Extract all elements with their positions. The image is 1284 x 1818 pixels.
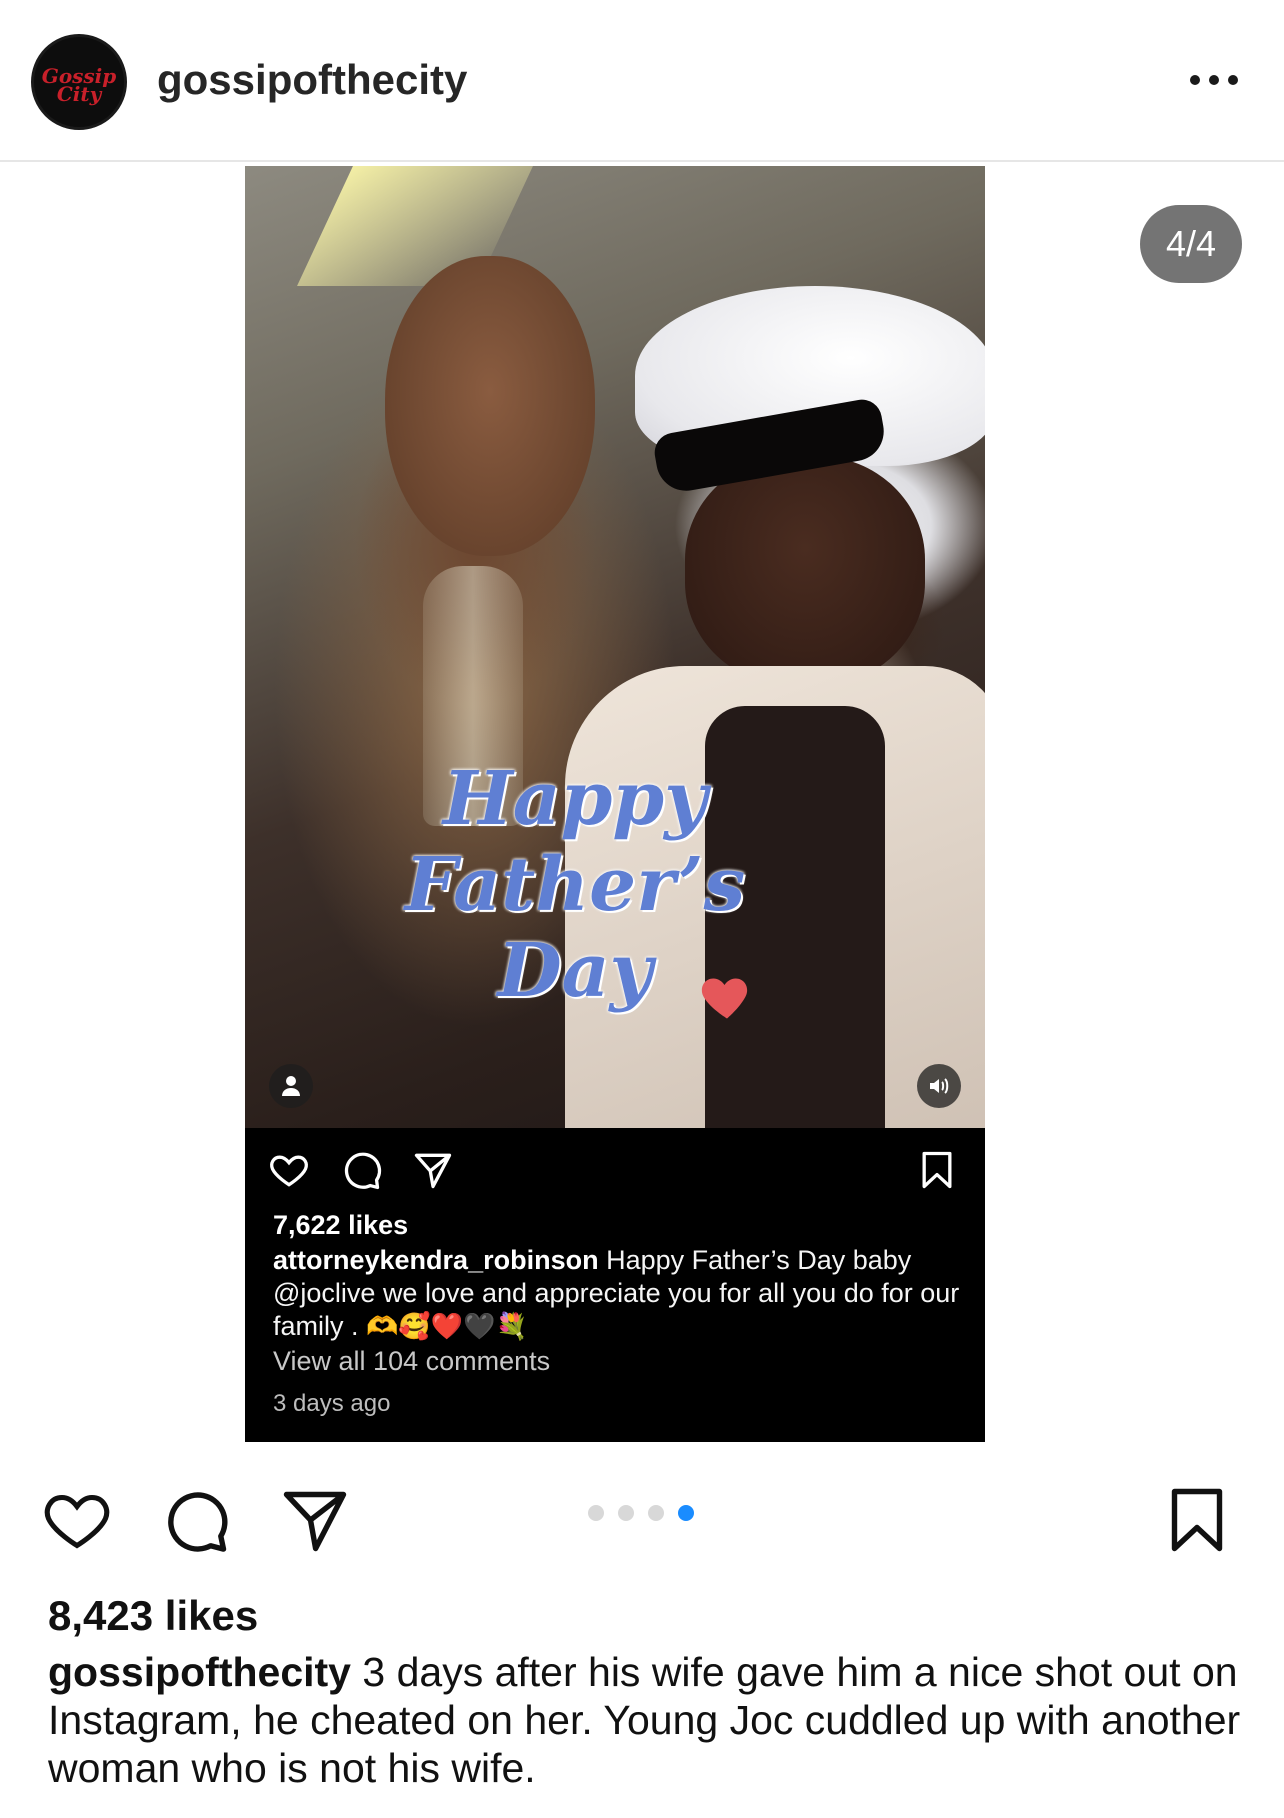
inner-timestamp: 3 days ago [273,1390,391,1417]
sound-icon[interactable] [917,1064,961,1108]
carousel-dot [618,1505,634,1521]
like-count[interactable]: 8,423 likes [48,1592,258,1640]
inner-view-comments: View all 104 comments [273,1346,551,1376]
caption-username[interactable]: gossipofthecity [48,1649,351,1695]
carousel-counter: 4/4 [1140,205,1242,283]
post-caption: gossipofthecity 3 days after his wife ga… [48,1648,1248,1792]
inner-share-icon [414,1153,452,1189]
inner-post-panel: 7,622 likes attorneykendra_robinson Happ… [245,1128,985,1442]
instagram-post: Gossip City gossipofthecity Happy Father… [0,0,1284,1818]
carousel-dot [588,1505,604,1521]
comment-icon[interactable] [158,1484,232,1556]
post-header: Gossip City gossipofthecity [0,0,1284,162]
avatar[interactable]: Gossip City [31,34,127,130]
carousel-dot [648,1505,664,1521]
post-media[interactable]: Happy Father’s Day 7,622 likes attorneyk… [245,166,985,1442]
carousel-dot-active [678,1505,694,1521]
story-screenshot-photo: Happy Father’s Day [245,166,985,1128]
heart-sticker-icon [701,978,748,1019]
inner-comment-icon [344,1152,382,1190]
inner-caption-emojis: 🫶🥰❤️🖤💐 [366,1312,528,1342]
more-options-icon[interactable] [1190,70,1242,90]
avatar-logo-text: Gossip City [41,64,117,106]
bookmark-icon[interactable] [1160,1484,1234,1556]
inner-heart-icon [270,1155,308,1187]
inner-bookmark-icon [922,1151,952,1189]
user-tag-icon[interactable] [269,1064,313,1108]
share-icon[interactable] [278,1484,352,1556]
inner-caption: attorneykendra_robinson Happy Father’s D… [273,1244,963,1344]
sticker-line-1: Happy [442,756,708,842]
sticker-line-2: Father’s [404,842,746,928]
inner-like-count: 7,622 likes [273,1210,409,1240]
carousel-indicator [588,1505,694,1521]
like-heart-icon[interactable] [40,1484,114,1556]
post-author-username[interactable]: gossipofthecity [157,56,467,104]
inner-caption-username: attorneykendra_robinson [273,1245,599,1275]
